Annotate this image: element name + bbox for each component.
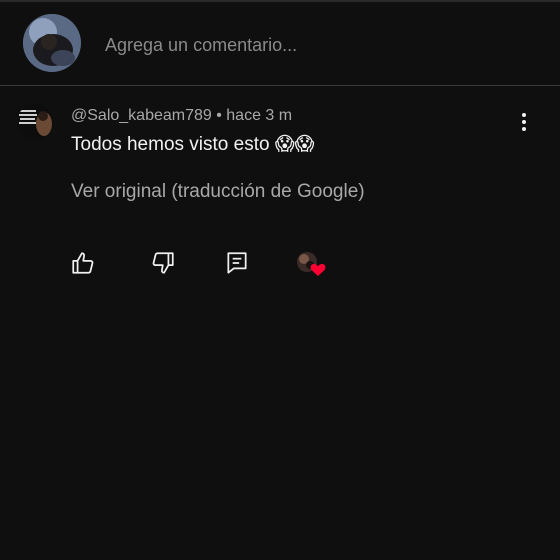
creator-heart-icon [297, 252, 326, 276]
meta-separator: • [211, 107, 227, 124]
commenter-avatar[interactable] [17, 104, 53, 140]
reply-icon [227, 252, 247, 274]
comment-meta: @Salo_kabeam789 • hace 3 m [71, 107, 292, 125]
commenter-avatar-image [17, 104, 53, 140]
view-original-link[interactable]: Ver original (traducción de Google) [71, 181, 365, 203]
avatar-image [23, 14, 81, 72]
thumbs-down-icon [152, 252, 174, 274]
comment-text: Todos hemos visto esto 😱😱 [71, 134, 315, 155]
like-button[interactable] [70, 250, 96, 276]
more-vert-icon [522, 113, 526, 131]
creator-heart-badge [296, 250, 328, 278]
comment-input[interactable] [105, 32, 505, 58]
more-options-button[interactable] [512, 110, 536, 134]
current-user-avatar[interactable] [23, 14, 81, 72]
comment-time: hace 3 m [226, 107, 293, 124]
comment-author[interactable]: @Salo_kabeam789 [71, 107, 212, 124]
add-comment-row [0, 2, 560, 86]
dislike-button[interactable] [150, 250, 176, 276]
thumbs-up-icon [72, 252, 94, 274]
reply-button[interactable] [224, 250, 250, 276]
